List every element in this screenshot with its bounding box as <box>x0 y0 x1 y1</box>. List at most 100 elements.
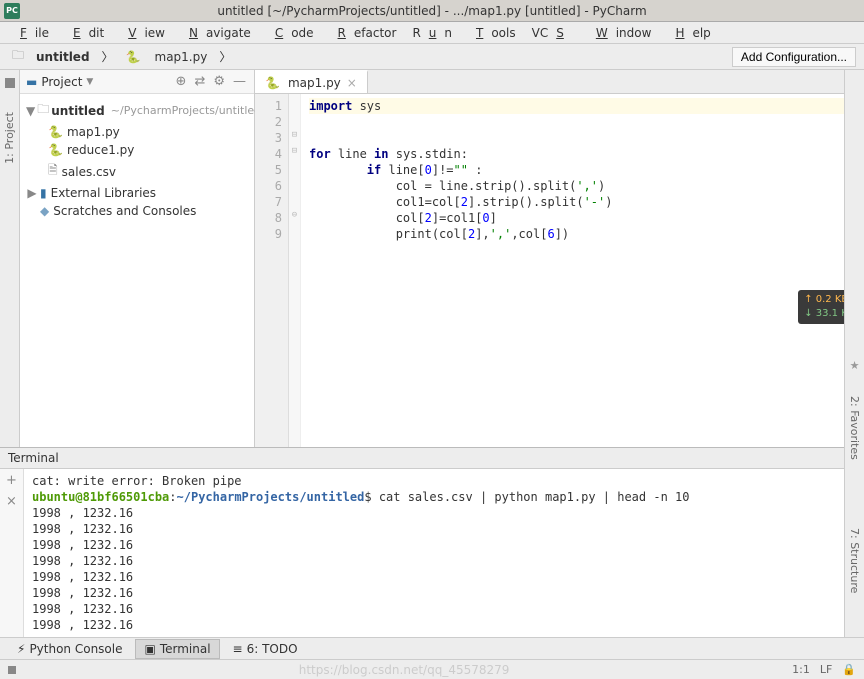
left-tool-project[interactable]: 1: Project <box>3 108 16 168</box>
csv-file-icon: 🗎 <box>48 161 58 182</box>
tree-scratches-label: Scratches and Consoles <box>53 204 196 218</box>
close-terminal-icon[interactable]: × <box>6 494 17 509</box>
folder-icon: 🗀 <box>37 100 49 121</box>
menu-help[interactable]: Help <box>659 24 718 42</box>
chevron-right-icon: 〉 <box>98 46 118 67</box>
breadcrumb: 🗀 untitled 〉 🐍 map1.py 〉 <box>8 44 235 69</box>
python-file-icon: 🐍 <box>265 76 280 90</box>
statusbar: https://blog.csdn.net/qq_45578279 1:1 LF… <box>0 659 864 679</box>
project-view-icon: ▬ <box>26 75 37 89</box>
project-tool-icon[interactable] <box>5 78 15 88</box>
terminal-line: 1998 , 1232.16 <box>32 537 856 553</box>
line-gutter: 1 2 3 4 5 6 7 8 9 <box>255 94 289 447</box>
app-icon: PC <box>4 3 20 19</box>
terminal-panel: Terminal + × cat: write error: Broken pi… <box>0 447 864 637</box>
terminal-header[interactable]: Terminal <box>0 448 864 469</box>
tree-root-path: ~/PycharmProjects/untitled <box>111 104 261 117</box>
python-file-icon: 🐍 <box>122 48 145 66</box>
terminal-line: 1998 , 1232.16 <box>32 601 856 617</box>
bottom-tabs: ⚡ Python Console ▣ Terminal ≡ 6: TODO <box>0 637 864 659</box>
right-tool-stripe: ★ 2: Favorites 7: Structure <box>844 70 864 637</box>
folder-icon: 🗀 <box>8 44 28 69</box>
terminal-line: cat: write error: Broken pipe <box>32 473 856 489</box>
status-indicator-icon[interactable] <box>8 666 16 674</box>
terminal-line: ubuntu@81bf66501cba:~/PycharmProjects/un… <box>32 489 856 505</box>
python-file-icon: 🐍 <box>48 143 63 157</box>
editor-area: 🐍 map1.py × 1 2 3 4 5 6 7 8 9 ⊟⊟⊖ import… <box>255 70 864 447</box>
breadcrumb-root[interactable]: untitled <box>32 48 94 66</box>
tree-scratches[interactable]: ◆ Scratches and Consoles <box>20 202 254 220</box>
tree-file[interactable]: 🗎 sales.csv <box>20 159 254 184</box>
editor-tab-label: map1.py <box>288 76 341 90</box>
terminal-line: 1998 , 1232.16 <box>32 617 856 633</box>
project-panel-header: ▬ Project ▼ ⊕ ⇄ ⚙ — <box>20 70 254 94</box>
project-panel: ▬ Project ▼ ⊕ ⇄ ⚙ — ▼ 🗀 untitled ~/Pycha… <box>20 70 255 447</box>
cursor-position[interactable]: 1:1 <box>792 663 810 676</box>
tab-python-console[interactable]: ⚡ Python Console <box>8 639 131 659</box>
library-icon: ▮ <box>40 186 47 200</box>
tree-file[interactable]: 🐍 reduce1.py <box>20 141 254 159</box>
window-title: untitled [~/PycharmProjects/untitled] - … <box>217 4 646 18</box>
add-configuration-button[interactable]: Add Configuration... <box>732 47 856 67</box>
terminal-line: 1998 , 1232.16 <box>32 569 856 585</box>
editor-tab[interactable]: 🐍 map1.py × <box>255 70 368 93</box>
watermark: https://blog.csdn.net/qq_45578279 <box>299 663 510 677</box>
lock-icon[interactable]: 🔒 <box>842 663 856 676</box>
dropdown-icon[interactable]: ▼ <box>86 77 93 87</box>
tab-todo[interactable]: ≡ 6: TODO <box>224 639 307 659</box>
menu-file[interactable]: File <box>4 24 57 42</box>
menu-navigate[interactable]: Navigate <box>173 24 259 42</box>
tree-root-label: untitled <box>51 104 105 118</box>
project-tree: ▼ 🗀 untitled ~/PycharmProjects/untitled … <box>20 94 254 224</box>
terminal-line: 1998 , 1232.16 <box>32 505 856 521</box>
tree-root[interactable]: ▼ 🗀 untitled ~/PycharmProjects/untitled <box>20 98 254 123</box>
gear-icon[interactable]: ⚙ <box>211 74 227 89</box>
terminal-toolbar: + × <box>0 469 24 637</box>
scroll-target-icon[interactable]: ⊕ <box>174 74 189 89</box>
tree-external-label: External Libraries <box>51 186 156 200</box>
right-tool-structure[interactable]: 7: Structure <box>848 528 861 593</box>
menu-edit[interactable]: Edit <box>57 24 112 42</box>
favorites-icon[interactable]: ★ <box>850 359 860 372</box>
tree-file-label: map1.py <box>67 125 120 139</box>
editor[interactable]: 1 2 3 4 5 6 7 8 9 ⊟⊟⊖ import sys for lin… <box>255 94 864 447</box>
fold-gutter: ⊟⊟⊖ <box>289 94 301 447</box>
breadcrumb-file[interactable]: map1.py <box>151 48 212 66</box>
terminal-icon: ▣ <box>144 642 155 656</box>
menubar: File Edit View Navigate Code Refactor Ru… <box>0 22 864 44</box>
python-file-icon: 🐍 <box>48 125 63 139</box>
right-tool-favorites[interactable]: 2: Favorites <box>848 396 861 460</box>
navbar: 🗀 untitled 〉 🐍 map1.py 〉 Add Configurati… <box>0 44 864 70</box>
add-terminal-icon[interactable]: + <box>6 473 17 488</box>
menu-vcs[interactable]: VCS <box>524 24 580 42</box>
terminal-line: 1998 , 1232.16 <box>32 553 856 569</box>
tree-file[interactable]: 🐍 map1.py <box>20 123 254 141</box>
tab-terminal[interactable]: ▣ Terminal <box>135 639 219 659</box>
menu-refactor[interactable]: Refactor <box>322 24 405 42</box>
close-icon[interactable]: × <box>347 76 357 90</box>
tree-file-label: reduce1.py <box>67 143 134 157</box>
menu-code[interactable]: Code <box>259 24 322 42</box>
terminal-content[interactable]: cat: write error: Broken pipe ubuntu@81b… <box>24 469 864 637</box>
menu-tools[interactable]: Tools <box>460 24 524 42</box>
terminal-line: 1998 , 1232.16 <box>32 585 856 601</box>
menu-window[interactable]: Window <box>580 24 660 42</box>
line-separator[interactable]: LF <box>820 663 832 676</box>
expand-arrow-icon[interactable]: ▼ <box>26 104 35 118</box>
project-panel-title[interactable]: Project <box>41 75 82 89</box>
tree-external-libs[interactable]: ▶ ▮ External Libraries <box>20 184 254 202</box>
todo-icon: ≡ <box>233 642 243 656</box>
menu-view[interactable]: View <box>112 24 173 42</box>
chevron-right-icon: 〉 <box>215 46 235 67</box>
code-content[interactable]: import sys for line in sys.stdin: if lin… <box>301 94 864 447</box>
scratches-icon: ◆ <box>40 204 49 218</box>
terminal-line: 1998 , 1232.16 <box>32 521 856 537</box>
editor-tabs: 🐍 map1.py × <box>255 70 864 94</box>
python-console-icon: ⚡ <box>17 642 25 656</box>
hide-icon[interactable]: — <box>231 74 248 89</box>
menu-run[interactable]: Run <box>404 24 460 42</box>
expand-arrow-icon[interactable]: ▶ <box>26 186 38 200</box>
titlebar: PC untitled [~/PycharmProjects/untitled]… <box>0 0 864 22</box>
collapse-all-icon[interactable]: ⇄ <box>192 74 207 89</box>
left-tool-stripe: 1: Project <box>0 70 20 447</box>
